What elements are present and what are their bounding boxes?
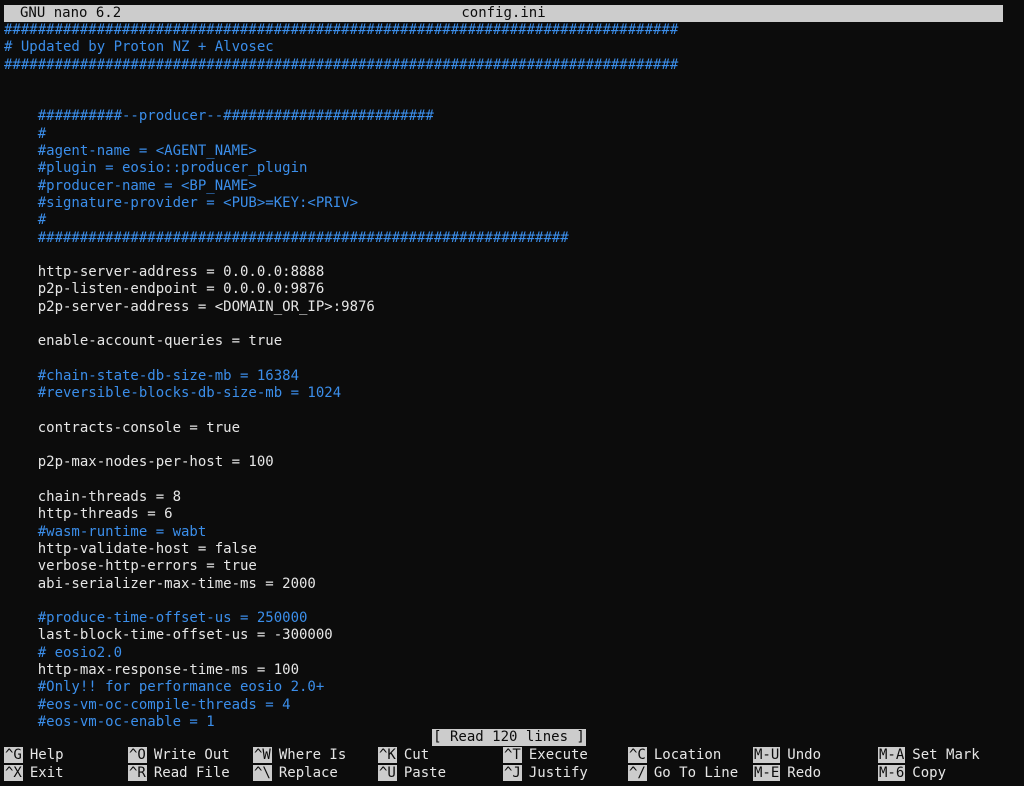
shortcut-label: Exit xyxy=(29,764,64,781)
shortcut-label: Read File xyxy=(153,764,230,781)
editor-line[interactable]: verbose-http-errors = true xyxy=(4,558,1020,575)
shortcut-key: ^J xyxy=(503,764,522,781)
editor-line[interactable]: p2p-max-nodes-per-host = 100 xyxy=(4,454,1020,471)
shortcut-label: Write Out xyxy=(153,747,230,763)
editor-line[interactable]: #chain-state-db-size-mb = 16384 xyxy=(4,368,1020,385)
shortcut-bar: ^G Help ^O Write Out ^W Where Is ^K Cut ^T Execut… xyxy=(4,747,1020,783)
editor-line[interactable]: #plugin = eosio::producer_plugin xyxy=(4,160,1020,177)
shortcut-undo[interactable]: M-U Undo xyxy=(753,747,821,764)
shortcut-write-out[interactable]: ^O Write Out xyxy=(128,747,230,764)
shortcut-label: Help xyxy=(29,747,64,763)
editor-line[interactable]: enable-account-queries = true xyxy=(4,333,1020,350)
editor-line[interactable]: chain-threads = 8 xyxy=(4,489,1020,506)
editor-line[interactable]: # xyxy=(4,212,1020,229)
editor-line[interactable]: ##########--producer--##################… xyxy=(4,108,1020,125)
shortcut-label: Where Is xyxy=(278,747,347,763)
editor-line[interactable]: #produce-time-offset-us = 250000 xyxy=(4,610,1020,627)
file-name: config.ini xyxy=(461,5,546,21)
editor-line[interactable]: http-server-address = 0.0.0.0:8888 xyxy=(4,264,1020,281)
shortcut-key: ^R xyxy=(128,764,147,781)
editor-line[interactable]: #reversible-blocks-db-size-mb = 1024 xyxy=(4,385,1020,402)
shortcut-go-to-line[interactable]: ^/ Go To Line xyxy=(628,764,739,782)
shortcut-redo[interactable]: M-E Redo xyxy=(753,764,822,782)
shortcut-label: Execute xyxy=(528,747,588,763)
shortcut-label: Set Mark xyxy=(912,747,980,763)
shortcut-help[interactable]: ^G Help xyxy=(4,747,64,764)
editor-line[interactable]: ########################################… xyxy=(4,57,1020,74)
editor-line[interactable]: abi-serializer-max-time-ms = 2000 xyxy=(4,576,1020,593)
shortcut-execute[interactable]: ^T Execute xyxy=(503,747,588,764)
shortcut-key: ^G xyxy=(4,747,23,763)
shortcut-key: ^K xyxy=(378,747,397,763)
editor-area[interactable]: ########################################… xyxy=(4,22,1020,728)
shortcut-label: Copy xyxy=(912,764,947,781)
editor-line[interactable]: #signature-provider = <PUB>=KEY:<PRIV> xyxy=(4,195,1020,212)
editor-line[interactable]: #producer-name = <BP_NAME> xyxy=(4,178,1020,195)
shortcut-label: Replace xyxy=(278,764,338,781)
editor-line[interactable]: # Updated by Proton NZ + Alvosec xyxy=(4,39,1020,56)
shortcut-label: Redo xyxy=(787,764,822,781)
shortcut-justify[interactable]: ^J Justify xyxy=(503,764,588,782)
editor-line[interactable]: #wasm-runtime = wabt xyxy=(4,524,1020,541)
editor-line[interactable] xyxy=(4,316,1020,333)
shortcut-key: ^O xyxy=(128,747,147,763)
shortcut-cut[interactable]: ^K Cut xyxy=(378,747,429,764)
editor-line[interactable] xyxy=(4,74,1020,91)
editor-line[interactable] xyxy=(4,403,1020,420)
editor-line[interactable] xyxy=(4,593,1020,610)
shortcut-key: ^T xyxy=(503,747,522,763)
status-message: [ Read 120 lines ] xyxy=(432,729,586,746)
shortcut-key: ^/ xyxy=(628,764,647,781)
editor-line[interactable]: #eos-vm-oc-enable = 1 xyxy=(4,714,1020,728)
editor-line[interactable]: http-validate-host = false xyxy=(4,541,1020,558)
shortcut-label: Justify xyxy=(528,764,588,781)
shortcut-exit[interactable]: ^X Exit xyxy=(4,764,64,782)
editor-line[interactable]: # eosio2.0 xyxy=(4,645,1020,662)
shortcut-key: M-U xyxy=(753,747,781,763)
shortcut-label: Go To Line xyxy=(653,764,739,781)
shortcut-location[interactable]: ^C Location xyxy=(628,747,721,764)
shortcut-label: Undo xyxy=(787,747,822,763)
shortcut-key: ^\ xyxy=(253,764,272,781)
shortcut-label: Location xyxy=(653,747,722,763)
shortcut-copy[interactable]: M-6 Copy xyxy=(878,764,947,782)
editor-line[interactable]: #Only!! for performance eosio 2.0+ xyxy=(4,679,1020,696)
shortcut-replace[interactable]: ^\ Replace xyxy=(253,764,338,782)
shortcut-where-is[interactable]: ^W Where Is xyxy=(253,747,346,764)
editor-line[interactable]: #eos-vm-oc-compile-threads = 4 xyxy=(4,697,1020,714)
shortcut-label: Paste xyxy=(403,764,447,781)
shortcut-key: ^C xyxy=(628,747,647,763)
shortcut-set-mark[interactable]: M-A Set Mark xyxy=(878,747,980,764)
title-bar: GNU nano 6.2 config.ini xyxy=(4,5,1003,22)
editor-line[interactable] xyxy=(4,91,1020,108)
shortcut-read-file[interactable]: ^R Read File xyxy=(128,764,230,782)
shortcut-key: ^W xyxy=(253,747,272,763)
editor-line[interactable] xyxy=(4,247,1020,264)
editor-line[interactable] xyxy=(4,472,1020,489)
status-bar: [ Read 120 lines ] xyxy=(0,729,1024,747)
editor-line[interactable]: ########################################… xyxy=(4,22,1020,39)
editor-line[interactable]: http-threads = 6 xyxy=(4,506,1020,523)
shortcut-key: ^U xyxy=(378,764,397,781)
shortcut-key: M-E xyxy=(753,764,781,781)
editor-line[interactable]: # xyxy=(4,126,1020,143)
shortcut-key: M-6 xyxy=(878,764,906,781)
shortcut-key: M-A xyxy=(878,747,906,763)
editor-line[interactable]: http-max-response-time-ms = 100 xyxy=(4,662,1020,679)
shortcut-key: ^X xyxy=(4,764,23,781)
shortcut-label: Cut xyxy=(403,747,430,763)
editor-line[interactable]: p2p-server-address = <DOMAIN_OR_IP>:9876 xyxy=(4,299,1020,316)
shortcut-paste[interactable]: ^U Paste xyxy=(378,764,447,782)
editor-line[interactable]: ########################################… xyxy=(4,230,1020,247)
editor-line[interactable]: last-block-time-offset-us = -300000 xyxy=(4,627,1020,644)
editor-line[interactable]: p2p-listen-endpoint = 0.0.0.0:9876 xyxy=(4,281,1020,298)
editor-line[interactable]: #agent-name = <AGENT_NAME> xyxy=(4,143,1020,160)
editor-line[interactable]: contracts-console = true xyxy=(4,420,1020,437)
editor-line[interactable] xyxy=(4,437,1020,454)
editor-line[interactable] xyxy=(4,351,1020,368)
